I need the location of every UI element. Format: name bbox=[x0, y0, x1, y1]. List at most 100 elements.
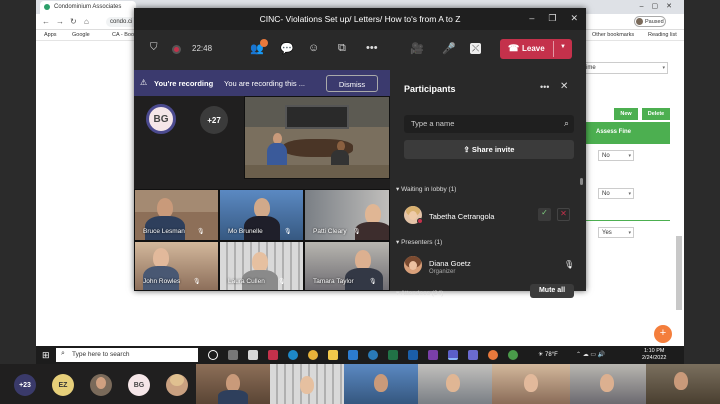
minimize-icon[interactable]: – bbox=[529, 13, 534, 23]
video-thumbnail[interactable] bbox=[344, 364, 418, 404]
person bbox=[157, 198, 173, 218]
close-icon[interactable]: ✕ bbox=[570, 13, 578, 23]
maximize-icon[interactable]: ❐ bbox=[548, 13, 556, 23]
avatar[interactable]: BG bbox=[146, 104, 176, 134]
acrobat-icon[interactable] bbox=[268, 350, 278, 360]
chevron-down-icon: ▾ bbox=[628, 153, 631, 159]
assess-fine-select-1[interactable]: No ▾ bbox=[598, 150, 634, 161]
avatar[interactable] bbox=[90, 374, 112, 396]
deny-button[interactable]: ✕ bbox=[557, 208, 570, 221]
taskbar-clock[interactable]: 1:10 PM 2/24/2022 bbox=[642, 348, 666, 362]
bookmark-apps[interactable]: Apps bbox=[44, 32, 57, 38]
file-icon[interactable] bbox=[248, 350, 258, 360]
windows-start-icon[interactable]: ⊞ bbox=[42, 350, 50, 361]
new-button[interactable]: New bbox=[614, 108, 638, 120]
leave-label: Leave bbox=[522, 44, 545, 53]
other-bookmarks[interactable]: Other bookmarks bbox=[592, 32, 634, 38]
teams-meeting-window: CINC- Violations Set up/ Letters/ How to… bbox=[134, 8, 586, 298]
chevron-down-icon[interactable]: ▼ bbox=[560, 44, 566, 50]
close-icon[interactable]: ✕ bbox=[560, 81, 568, 92]
avatar[interactable] bbox=[166, 374, 188, 396]
browser-tab[interactable]: Condominium Associates bbox=[40, 1, 136, 14]
task-view-icon[interactable] bbox=[228, 350, 238, 360]
profile-button[interactable]: Paused bbox=[634, 16, 666, 27]
page-scrollbar[interactable] bbox=[676, 236, 682, 310]
reload-icon[interactable]: ↻ bbox=[70, 17, 77, 26]
weather-widget[interactable]: ☀ 78°F bbox=[538, 351, 558, 358]
video-tile[interactable]: John Rowles 🎙 bbox=[134, 241, 219, 291]
phone-hangup-icon: ☎ bbox=[508, 43, 520, 53]
video-thumbnail[interactable] bbox=[492, 364, 570, 404]
browser-window-controls[interactable]: –▢✕ bbox=[640, 2, 680, 10]
video-tile[interactable]: Mo Brunelle 🎙 bbox=[219, 189, 304, 241]
video-tile[interactable]: Bruce Lesman 🎙 bbox=[134, 189, 219, 241]
assess-fine-select-2[interactable]: No ▾ bbox=[598, 188, 634, 199]
avatar[interactable]: EZ bbox=[52, 374, 74, 396]
video-tile[interactable]: Laura Cullen 🎙 bbox=[219, 241, 304, 291]
overflow-participants-count[interactable]: +23 bbox=[14, 374, 36, 396]
onenote-icon[interactable] bbox=[428, 350, 438, 360]
word-icon[interactable] bbox=[408, 350, 418, 360]
video-thumbnail[interactable] bbox=[570, 364, 646, 404]
video-tile-conference-room[interactable] bbox=[244, 96, 390, 179]
teams-window-controls: – ❐ ✕ bbox=[515, 13, 578, 24]
shield-icon[interactable]: ⛉ bbox=[150, 42, 158, 53]
chat-icon[interactable]: 💬 bbox=[280, 42, 294, 55]
reading-list[interactable]: Reading list bbox=[648, 32, 677, 38]
home-icon[interactable]: ⌂ bbox=[84, 17, 89, 26]
participant-search-input[interactable]: Type a name ⌕ bbox=[404, 115, 574, 133]
person bbox=[300, 376, 314, 394]
bookmark-google[interactable]: Google bbox=[72, 32, 90, 38]
cortana-icon[interactable] bbox=[208, 350, 218, 360]
teams-icon[interactable] bbox=[448, 350, 458, 360]
chrome-icon[interactable] bbox=[308, 350, 318, 360]
site-favicon-icon bbox=[44, 4, 50, 10]
camera-icon[interactable]: 🎥 bbox=[410, 42, 424, 55]
meeting-timer: 22:48 bbox=[192, 44, 213, 53]
floating-add-button[interactable]: + bbox=[654, 325, 672, 343]
mute-all-button[interactable]: Mute all bbox=[530, 284, 574, 298]
excel-icon[interactable] bbox=[388, 350, 398, 360]
chrome-icon[interactable] bbox=[508, 350, 518, 360]
more-actions-icon[interactable]: ••• bbox=[366, 42, 378, 54]
more-options-icon[interactable]: ••• bbox=[540, 82, 549, 92]
video-thumbnail[interactable] bbox=[270, 364, 344, 404]
file-explorer-icon[interactable] bbox=[328, 350, 338, 360]
waiting-lobby-section[interactable]: ▾ Waiting in lobby (1) bbox=[396, 185, 456, 193]
taskbar-search-input[interactable]: ⌕ Type here to search bbox=[56, 348, 198, 362]
overflow-participants-count[interactable]: +27 bbox=[200, 106, 228, 134]
panel-scrollbar[interactable] bbox=[580, 178, 583, 185]
person bbox=[254, 198, 270, 218]
forward-icon[interactable]: → bbox=[56, 17, 64, 26]
teams-icon[interactable] bbox=[468, 350, 478, 360]
presenter-row[interactable]: Diana Goetz Organizer 🎙 bbox=[404, 254, 574, 278]
page-select-top[interactable]: ime ▾ bbox=[582, 62, 668, 74]
microphone-icon[interactable]: 🎤 bbox=[442, 42, 456, 55]
video-tile[interactable]: Patti Cleary 🎙 bbox=[304, 189, 390, 241]
avatar[interactable]: BG bbox=[128, 374, 150, 396]
rooms-icon[interactable]: ⧉ bbox=[338, 42, 346, 55]
back-icon[interactable]: ← bbox=[42, 17, 50, 26]
video-thumbnail[interactable] bbox=[646, 364, 720, 404]
outlook-icon[interactable] bbox=[348, 350, 358, 360]
attendees-section[interactable]: ▾ Attendees (34) bbox=[396, 289, 443, 297]
leave-button[interactable]: ☎ Leave ▼ bbox=[500, 39, 572, 59]
reactions-icon[interactable]: ☺ bbox=[308, 42, 319, 54]
video-tile[interactable]: Tamara Taylor 🎙 bbox=[304, 241, 390, 291]
delete-button[interactable]: Delete bbox=[642, 108, 670, 120]
browser-icon[interactable] bbox=[368, 350, 378, 360]
video-thumbnail[interactable] bbox=[418, 364, 492, 404]
video-thumbnail[interactable] bbox=[196, 364, 270, 404]
edge-icon[interactable] bbox=[288, 350, 298, 360]
assess-fine-select-3[interactable]: Yes ▾ bbox=[598, 227, 634, 238]
share-invite-button[interactable]: ⇪ Share invite bbox=[404, 140, 574, 159]
background bbox=[135, 190, 218, 212]
tab-title: Condominium Associates bbox=[54, 4, 122, 10]
admit-button[interactable]: ✓ bbox=[538, 208, 551, 221]
share-screen-icon[interactable]: ⤬ bbox=[470, 43, 482, 54]
lobby-participant-row[interactable]: Tabetha Cetrangola ✓ ✕ bbox=[404, 204, 574, 228]
dismiss-button[interactable]: Dismiss bbox=[326, 75, 378, 92]
app-icon[interactable] bbox=[488, 350, 498, 360]
presenters-section[interactable]: ▾ Presenters (1) bbox=[396, 238, 442, 246]
system-tray-icons[interactable]: ⌃ ☁ ▭ 🔊 bbox=[576, 351, 605, 358]
